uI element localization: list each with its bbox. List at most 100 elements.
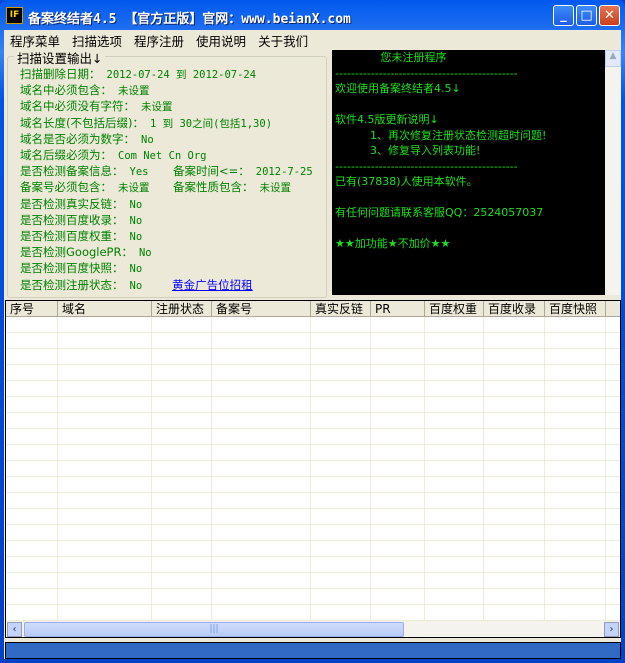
- window-title: 备案终结者4.5 【官方正版】官网：www.beianX.com: [28, 12, 351, 27]
- scroll-right-icon[interactable]: ›: [604, 622, 619, 637]
- app-icon[interactable]: IF: [6, 7, 23, 24]
- setting-key: 是否检测百度收录：: [20, 212, 124, 227]
- console-line: ----------------------------------------…: [335, 159, 518, 173]
- scan-settings-group: 扫描设置输出↓ 扫描删除日期： 2012-07-24 到 2012-07-24 域名…: [7, 48, 327, 298]
- menu-bar: 程序菜单 扫描选项 程序注册 使用说明 关于我们: [4, 30, 621, 49]
- console-line: 您未注册程序: [335, 51, 447, 64]
- grid-line: [310, 317, 311, 621]
- ad-link[interactable]: 黄金广告位招租: [172, 278, 253, 292]
- grid-line: [211, 317, 212, 621]
- scroll-left-icon[interactable]: ‹: [7, 622, 22, 637]
- setting-row: 域名长度(不包括后缀)： 1 到 30之间(包括1,30): [20, 115, 272, 131]
- setting-row: 域名后缀必须为： Com Net Cn Org: [20, 147, 207, 163]
- console-line: 已有(37838)人使用本软件。: [335, 175, 478, 188]
- close-button[interactable]: ✕: [599, 5, 620, 26]
- setting-key: 域名长度(不包括后缀)：: [20, 115, 144, 130]
- column-header[interactable]: 百度收录: [484, 301, 545, 317]
- setting-row: 域名中必须包含： 未设置: [20, 82, 150, 98]
- column-header[interactable]: 百度权重: [425, 301, 484, 317]
- setting-key: 是否检测真实反链：: [20, 196, 124, 211]
- menu-scan-options[interactable]: 扫描选项: [66, 30, 128, 49]
- setting-value: Yes: [129, 166, 149, 179]
- setting-value: 未设置: [118, 182, 150, 195]
- setting-key: 域名中必须包含：: [20, 83, 112, 98]
- grid-line: [605, 317, 606, 621]
- results-table: 序号 域名 注册状态 备案号 真实反链 PR 百度权重 百度收录 百度快照 ‹ ||| ›: [5, 300, 621, 638]
- setting-value: 未设置: [141, 101, 173, 114]
- minimize-button[interactable]: _: [553, 5, 574, 26]
- setting-row: 是否检测百度收录： No: [20, 212, 142, 228]
- setting-value: No: [138, 247, 152, 260]
- setting-value: 未设置: [118, 85, 150, 98]
- menu-about[interactable]: 关于我们: [252, 30, 314, 49]
- setting-value: 2012-07-24 到 2012-07-24: [106, 69, 257, 81]
- scroll-thumb[interactable]: |||: [24, 622, 404, 637]
- setting-row: 是否检测GooglePR： No: [20, 244, 152, 260]
- column-header[interactable]: 序号: [6, 301, 58, 317]
- table-header: 序号 域名 注册状态 备案号 真实反链 PR 百度权重 百度收录 百度快照: [6, 301, 620, 317]
- setting-value: Com Net Cn Org: [118, 150, 207, 162]
- setting-value: No: [129, 231, 143, 243]
- console-line: ----------------------------------------…: [335, 66, 518, 80]
- grid-line: [151, 317, 152, 621]
- grid-line: [483, 317, 484, 621]
- column-header[interactable]: 域名: [58, 301, 152, 317]
- menu-register[interactable]: 程序注册: [128, 30, 190, 49]
- setting-row: 是否检测百度权重： No: [20, 228, 142, 244]
- table-body[interactable]: [6, 317, 620, 621]
- setting-key: 备案时间<=： 2012-7-25: [173, 164, 313, 179]
- setting-key: 是否检测备案信息：: [20, 164, 124, 179]
- info-console: 您未注册程序 ----------------------------------…: [332, 50, 605, 295]
- menu-help[interactable]: 使用说明: [190, 30, 252, 49]
- setting-key: 域名中必须没有字符：: [20, 99, 135, 114]
- setting-value: 1 到 30之间(包括1,30): [149, 117, 273, 130]
- console-line: 有任何问题请联系客服QQ：2524057037: [335, 206, 544, 219]
- setting-row: 域名中必须没有字符： 未设置: [20, 98, 173, 114]
- column-header[interactable]: PR: [371, 301, 425, 317]
- setting-row: 扫描删除日期： 2012-07-24 到 2012-07-24: [20, 66, 256, 82]
- setting-key: 是否检测百度快照：: [20, 261, 124, 276]
- setting-row: 是否检测备案信息： Yes 备案时间<=： 2012-7-25: [20, 163, 313, 179]
- grid-line: [370, 317, 371, 621]
- console-scrollbar[interactable]: ▲: [605, 50, 621, 295]
- column-header[interactable]: 真实反链: [311, 301, 371, 317]
- console-line: ★★加功能★不加价★★: [335, 237, 451, 250]
- setting-value: No: [129, 214, 143, 227]
- setting-value: No: [129, 279, 143, 292]
- setting-key: 是否检测注册状态：: [20, 277, 124, 292]
- console-line: 1、再次修复注册状态检测超时问题!: [335, 128, 547, 142]
- grid-line: [544, 317, 545, 621]
- column-header[interactable]: 百度快照: [545, 301, 606, 317]
- setting-row: 域名是否必须为数字： No: [20, 131, 154, 147]
- setting-key: 备案号必须包含：: [20, 180, 112, 195]
- group-label: 扫描设置输出↓: [14, 48, 106, 67]
- setting-key: 备案性质包含： 未设置: [173, 180, 291, 195]
- scroll-up-icon[interactable]: ▲: [605, 50, 621, 67]
- horizontal-scrollbar[interactable]: ‹ ||| ›: [6, 621, 620, 637]
- setting-value: No: [129, 198, 143, 211]
- setting-key: 扫描删除日期：: [20, 67, 101, 81]
- console-line: 欢迎使用备案终结者4.5↓: [335, 82, 461, 95]
- grid-line: [57, 317, 58, 621]
- setting-key: 域名是否必须为数字：: [20, 131, 135, 146]
- maximize-button[interactable]: □: [576, 5, 597, 26]
- setting-row: 备案号必须包含： 未设置 备案性质包含： 未设置: [20, 179, 291, 195]
- console-line: 软件4.5版更新说明↓: [335, 113, 439, 126]
- setting-key: 是否检测百度权重：: [20, 229, 124, 243]
- setting-key: 是否检测GooglePR：: [20, 245, 133, 260]
- app-window: IF 备案终结者4.5 【官方正版】官网：www.beianX.com _ □ …: [0, 0, 625, 663]
- column-header[interactable]: 注册状态: [152, 301, 212, 317]
- console-line: 3、修复导入列表功能!: [335, 144, 481, 157]
- setting-row: 是否检测注册状态： No 黄金广告位招租: [20, 277, 253, 293]
- client-area: 程序菜单 扫描选项 程序注册 使用说明 关于我们 扫描设置输出↓ 扫描删除日期：…: [4, 30, 621, 659]
- status-bar: [5, 642, 621, 659]
- title-bar[interactable]: IF 备案终结者4.5 【官方正版】官网：www.beianX.com _ □ …: [0, 0, 625, 30]
- column-header[interactable]: 备案号: [212, 301, 311, 317]
- menu-program[interactable]: 程序菜单: [4, 30, 66, 49]
- setting-value: No: [141, 133, 154, 146]
- grid-line: [424, 317, 425, 621]
- setting-value: No: [129, 263, 143, 276]
